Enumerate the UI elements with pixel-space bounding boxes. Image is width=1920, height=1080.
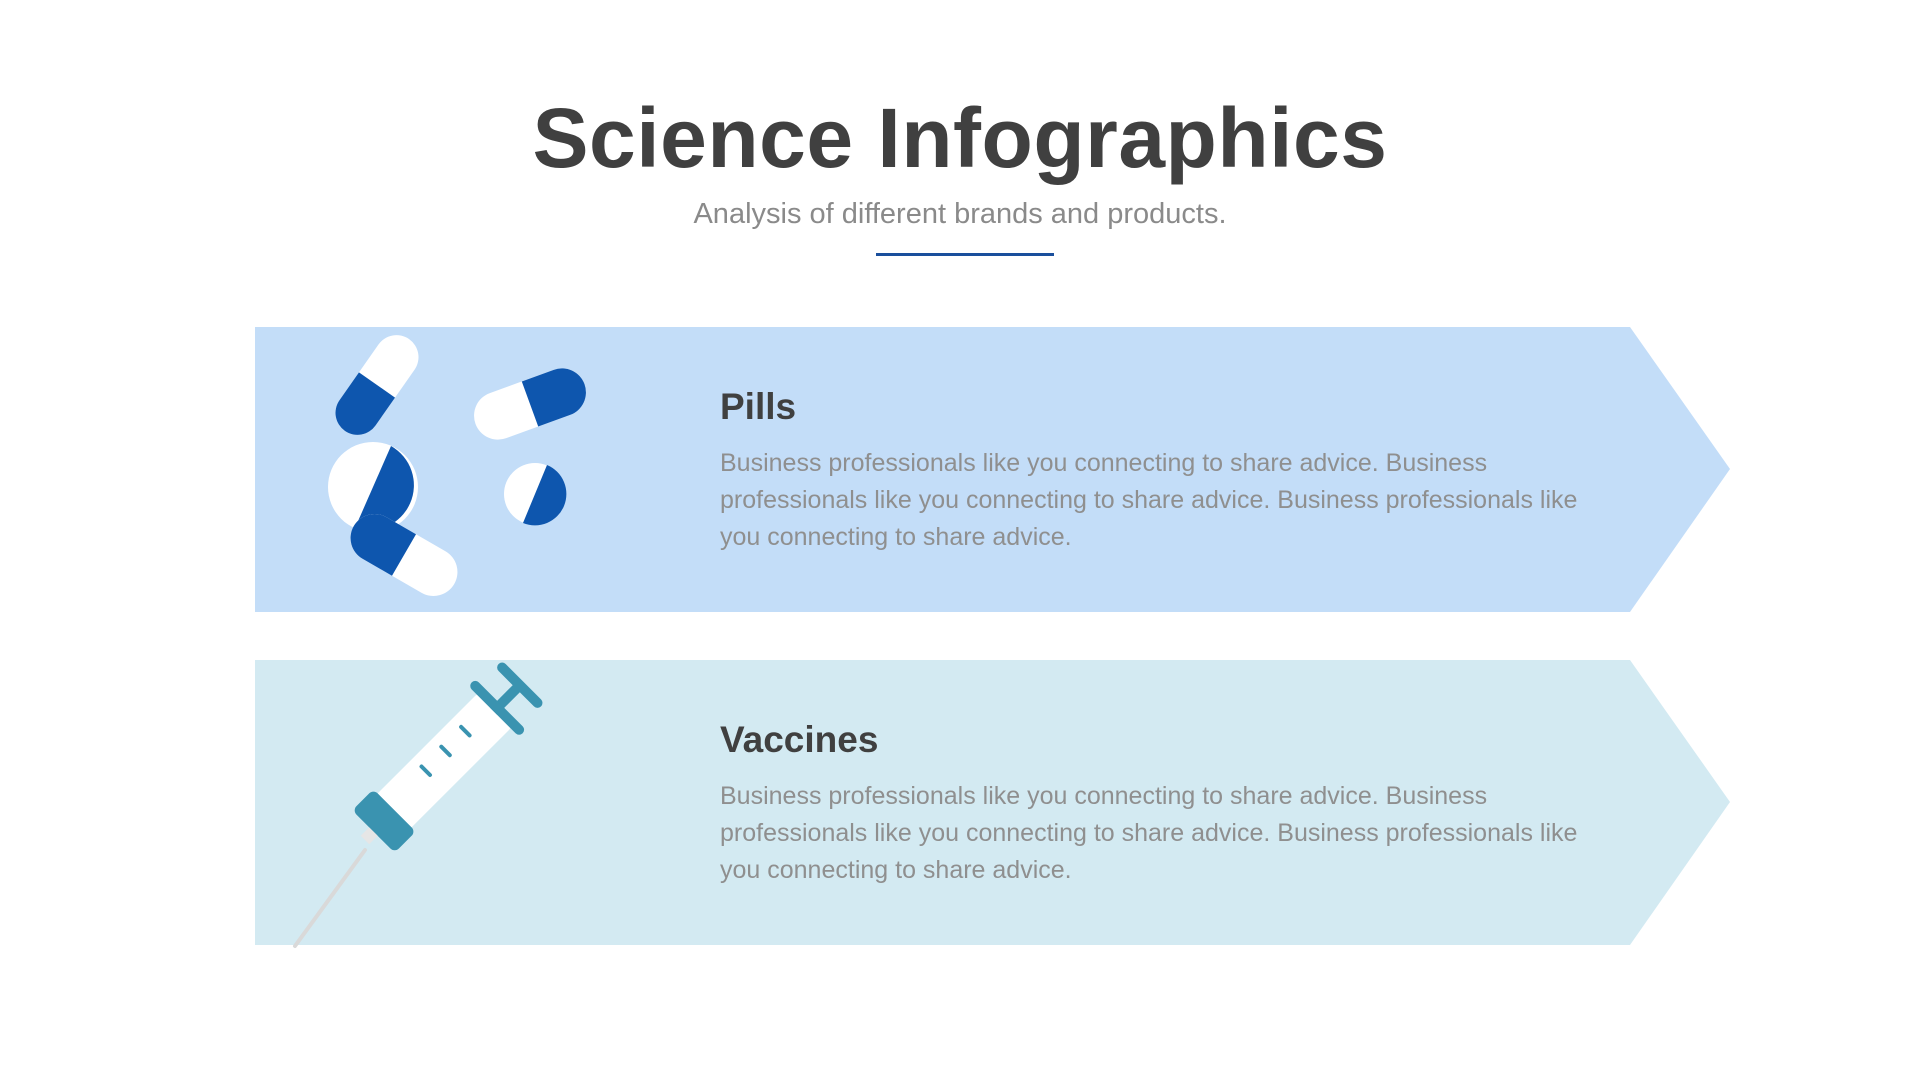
- pills-card: Pills Business professionals like you co…: [255, 327, 1730, 612]
- vaccines-card: Vaccines Business professionals like you…: [255, 660, 1730, 948]
- title-underline: [876, 253, 1054, 256]
- pills-description: Business professionals like you connecti…: [720, 449, 1578, 551]
- vaccines-heading: Vaccines: [720, 719, 879, 760]
- page-title: Science Infographics: [532, 91, 1388, 185]
- pills-heading: Pills: [720, 386, 797, 427]
- slide: Science Infographics Analysis of differe…: [0, 0, 1920, 1080]
- syringe-icon: [293, 662, 543, 948]
- vaccines-description: Business professionals like you connecti…: [720, 782, 1578, 884]
- pills-icon: [328, 335, 586, 596]
- page-subtitle: Analysis of different brands and product…: [693, 198, 1227, 230]
